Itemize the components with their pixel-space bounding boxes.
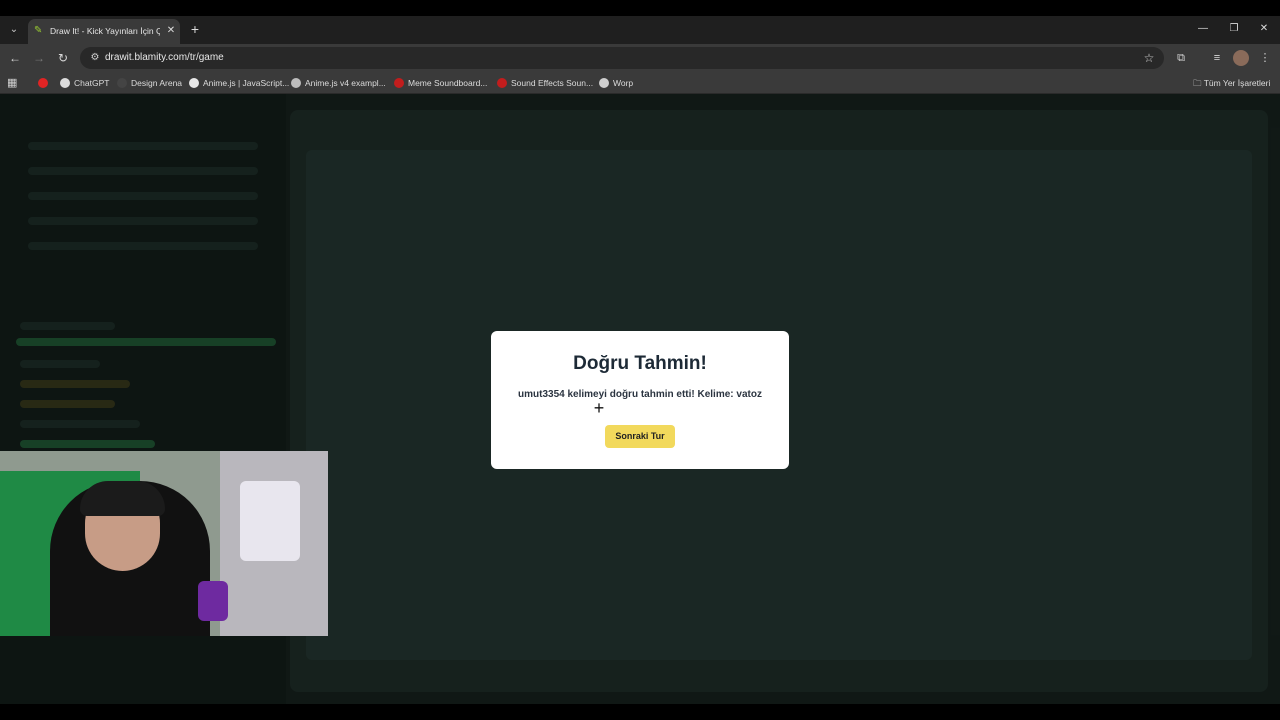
bookmark-chatgpt[interactable]: ChatGPT (60, 76, 109, 90)
bookmark-animejs-v4[interactable]: Anime.js v4 exampl... (291, 76, 386, 90)
youtube-icon (38, 78, 48, 88)
browser-tab-bar: ⌄ ✎ Draw It! - Kick Yayınları İçin Çiz ✕… (0, 16, 1280, 44)
bookmark-meme-soundboard[interactable]: Meme Soundboard... (394, 76, 487, 90)
webcam-hanging-shirt (240, 481, 300, 561)
worp-icon (599, 78, 609, 88)
webcam-overlay (0, 451, 328, 636)
next-round-button[interactable]: Sonraki Tur (605, 425, 675, 448)
address-bar[interactable]: ⚙ drawit.blamity.com/tr/game ☆ (80, 47, 1164, 69)
window-close-icon[interactable]: ✕ (1257, 22, 1271, 36)
restore-icon[interactable]: ❐ (1227, 22, 1241, 36)
media-control-icon[interactable]: ≡ (1209, 50, 1225, 66)
correct-guess-dialog: Doğru Tahmin! umut3354 kelimeyi doğru ta… (491, 331, 789, 469)
bookmark-worp[interactable]: Worp (599, 76, 633, 90)
menu-kebab-icon[interactable]: ⋮ (1257, 50, 1273, 66)
crosshair-cursor-icon: + (593, 398, 605, 418)
site-info-icon[interactable]: ⚙ (88, 51, 102, 65)
webcam-streamer-hair (80, 481, 165, 516)
bookmark-design-arena[interactable]: Design Arena (117, 76, 182, 90)
bookmark-star-icon[interactable]: ☆ (1141, 50, 1157, 66)
profile-avatar[interactable] (1233, 50, 1249, 66)
dialog-message: umut3354 kelimeyi doğru tahmin etti! Kel… (518, 389, 762, 400)
dialog-title: Doğru Tahmin! (573, 353, 707, 374)
bookmark-sound-effects[interactable]: Sound Effects Soun... (497, 76, 593, 90)
design-arena-icon (117, 78, 127, 88)
extensions-icon[interactable]: ⧉ (1173, 50, 1189, 66)
drawit-favicon-icon: ✎ (34, 25, 43, 36)
browser-toolbar: ← → ↻ ⚙ drawit.blamity.com/tr/game ☆ ⧉ ≡… (0, 44, 1280, 72)
all-bookmarks-folder[interactable]: 🗀 Tüm Yer İşaretleri (1193, 76, 1270, 90)
bookmark-youtube[interactable] (38, 76, 52, 90)
new-tab-icon[interactable]: + (188, 22, 202, 36)
animejs-icon (189, 78, 199, 88)
sound-icon (394, 78, 404, 88)
codepen-icon (291, 78, 301, 88)
forward-icon[interactable]: → (31, 50, 47, 66)
tab-search-icon[interactable]: ⌄ (6, 22, 22, 38)
folder-icon: 🗀 (1193, 78, 1204, 88)
screen: ⌄ ✎ Draw It! - Kick Yayınları İçin Çiz ✕… (0, 0, 1280, 720)
url-text[interactable]: drawit.blamity.com/tr/game (105, 51, 224, 65)
sound-icon (497, 78, 507, 88)
back-icon[interactable]: ← (7, 50, 23, 66)
browser-tab-active[interactable]: ✎ Draw It! - Kick Yayınları İçin Çiz ✕ (28, 19, 180, 44)
bookmark-animejs[interactable]: Anime.js | JavaScript... (189, 76, 289, 90)
webcam-microphone (198, 581, 228, 621)
minimize-icon[interactable]: — (1196, 22, 1210, 36)
reload-icon[interactable]: ↻ (55, 50, 71, 66)
apps-grid-icon[interactable]: ▦ (7, 76, 21, 90)
letterbox-bottom (0, 704, 1280, 720)
tab-close-icon[interactable]: ✕ (165, 25, 177, 37)
tab-title: Draw It! - Kick Yayınları İçin Çiz (50, 26, 160, 36)
letterbox-top (0, 0, 1280, 16)
bookmarks-bar: ▦ ChatGPT Design Arena Anime.js | JavaSc… (0, 72, 1280, 94)
chatgpt-icon (60, 78, 70, 88)
